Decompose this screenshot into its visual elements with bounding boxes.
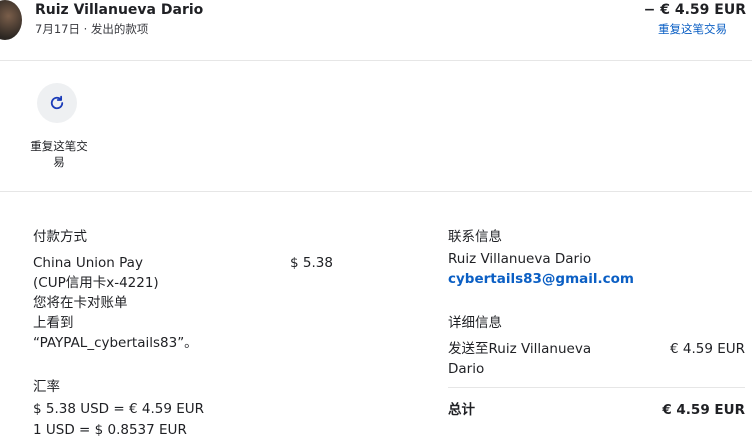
payment-method-details: China Union Pay (CUP信用卡x-4221) 您将在卡对账单 上… bbox=[33, 253, 273, 353]
payment-method-heading: 付款方式 bbox=[33, 229, 87, 245]
payment-method-line: 您将在卡对账单 bbox=[33, 295, 128, 311]
sent-to-line: Dario bbox=[448, 361, 485, 377]
total-amount: € 4.59 EUR bbox=[662, 402, 745, 418]
contact-email-link[interactable]: cybertails83@gmail.com bbox=[448, 271, 634, 287]
payment-method-amount: $ 5.38 bbox=[290, 255, 333, 271]
counterparty-name: Ruiz Villanueva Dario bbox=[35, 2, 204, 18]
repeat-transaction-link[interactable]: 重复这笔交易 bbox=[658, 21, 727, 37]
total-label: 总计 bbox=[448, 402, 475, 418]
repeat-transaction-label: 重复这笔交易 bbox=[30, 139, 88, 169]
details-divider bbox=[448, 387, 745, 388]
payment-method-line: (CUP信用卡x-4221) bbox=[33, 275, 159, 291]
exchange-rate-line: $ 5.38 USD = € 4.59 EUR bbox=[33, 401, 204, 417]
sent-amount: € 4.59 EUR bbox=[669, 341, 745, 357]
transaction-date: 7月17日 bbox=[35, 22, 80, 36]
contact-name: Ruiz Villanueva Dario bbox=[448, 251, 592, 267]
sent-to-line: 发送至Ruiz Villanueva bbox=[448, 341, 592, 357]
transaction-type: 发出的款项 bbox=[90, 22, 149, 36]
exchange-rate-heading: 汇率 bbox=[33, 379, 60, 395]
transaction-amount: − € 4.59 EUR bbox=[643, 2, 746, 18]
refresh-icon bbox=[50, 95, 64, 110]
contact-info-heading: 联系信息 bbox=[448, 229, 502, 245]
avatar bbox=[0, 0, 22, 40]
transaction-header: Ruiz Villanueva Dario 7月17日 · 发出的款项 − € … bbox=[0, 0, 752, 61]
payment-method-line: “PAYPAL_cybertails83”。 bbox=[33, 335, 198, 351]
details-heading: 详细信息 bbox=[448, 315, 502, 331]
repeat-transaction-button[interactable] bbox=[37, 83, 77, 123]
payment-method-line: China Union Pay bbox=[33, 255, 143, 271]
payment-method-line: 上看到 bbox=[33, 315, 74, 331]
sent-to-label: 发送至Ruiz Villanueva Dario bbox=[448, 339, 591, 379]
transaction-subline: 7月17日 · 发出的款项 bbox=[35, 21, 148, 37]
actions-bar: 重复这笔交易 bbox=[0, 61, 752, 192]
exchange-rate-unit: 1 USD = $ 0.8537 EUR bbox=[33, 422, 187, 438]
separator-dot: · bbox=[83, 22, 88, 36]
